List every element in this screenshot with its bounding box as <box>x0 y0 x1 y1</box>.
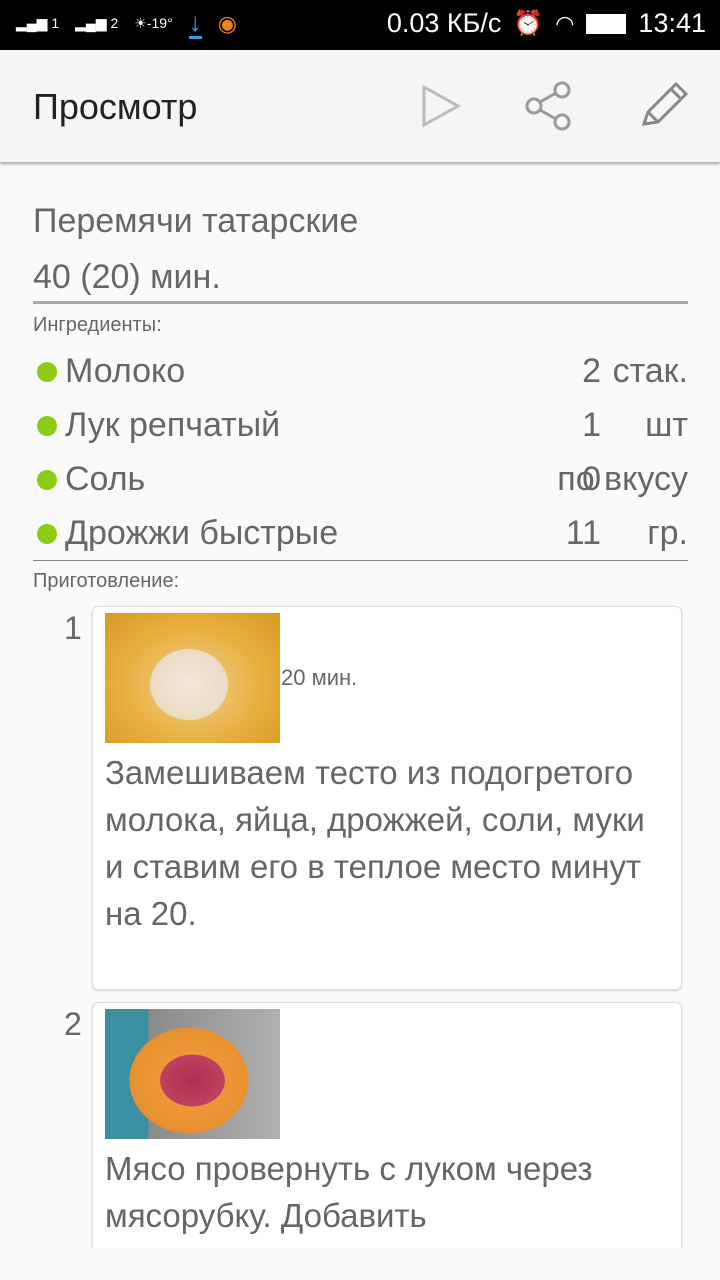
bullet-icon <box>37 362 57 382</box>
steps-label: Приготовление: <box>33 570 180 592</box>
step-text: Замешиваем тесто из подогретого молока, … <box>105 754 645 932</box>
ingredient-unit: стак. <box>612 352 688 390</box>
app-notification-icon: ◉ <box>217 10 237 36</box>
ingredient-name: Молоко <box>65 352 186 390</box>
step-card[interactable]: 20 мин. Замешиваем тесто из подогретого … <box>92 606 682 990</box>
download-icon: ↓ <box>188 7 202 39</box>
ingredient-qty: 1 <box>582 406 601 444</box>
share-icon[interactable] <box>522 80 574 132</box>
ingredient-name: Лук репчатый <box>65 406 281 444</box>
weather-icon: ☀-19° <box>134 15 173 31</box>
ingredient-qty: 11 <box>565 514 601 552</box>
ingredient-row: Молоко 2 стак. <box>33 344 688 394</box>
status-bar: ▂▄▆ 1 ▂▄▆ 2 ☀-19° ↓ ◉ 0.03 КБ/с ⏰ ◠ 13:4… <box>0 0 720 50</box>
wifi-icon: ◠ <box>555 10 575 36</box>
signal-icon-1: ▂▄▆ 1 <box>16 15 60 31</box>
step-number: 2 <box>64 1006 82 1042</box>
recipe-view[interactable]: Перемячи татарские 40 (20) мин. Ингредие… <box>0 162 720 1248</box>
bullet-icon <box>37 416 57 436</box>
recipe-time: 40 (20) мин. <box>33 258 221 296</box>
play-icon[interactable] <box>414 80 466 132</box>
recipe-title: Перемячи татарские <box>33 202 359 240</box>
ingredient-row: Соль 0 по вкусу <box>33 452 688 502</box>
step-number: 1 <box>64 610 82 646</box>
alarm-icon: ⏰ <box>513 10 544 37</box>
ingredients-label: Ингредиенты: <box>33 314 162 336</box>
bullet-icon <box>37 470 57 490</box>
step-card[interactable]: Мясо провернуть с луком через мясорубку.… <box>92 1002 682 1248</box>
ingredient-row: Дрожжи быстрые 11 гр. <box>33 506 688 556</box>
app-bar: Просмотр <box>0 50 720 162</box>
ingredient-unit: шт <box>645 406 688 444</box>
network-speed: 0.03 КБ/с <box>386 8 502 38</box>
divider <box>33 560 688 561</box>
ingredient-unit: по вкусу <box>557 460 688 498</box>
clock: 13:41 <box>638 8 706 38</box>
step-time: 20 мин. <box>281 665 358 690</box>
ingredient-unit: гр. <box>647 514 688 552</box>
bullet-icon <box>37 524 57 544</box>
ingredient-qty: 2 <box>582 352 601 390</box>
signal-icon-2: ▂▄▆ 2 <box>75 15 119 31</box>
step-text: Мясо провернуть с луком через мясорубку.… <box>105 1150 593 1234</box>
ingredient-name: Соль <box>65 460 146 498</box>
divider <box>33 301 688 304</box>
ingredient-row: Лук репчатый 1 шт <box>33 398 688 448</box>
step-photo <box>105 613 280 743</box>
battery-icon <box>586 13 627 34</box>
page-title: Просмотр <box>33 86 198 127</box>
edit-icon[interactable] <box>636 80 688 132</box>
ingredient-name: Дрожжи быстрые <box>65 514 339 552</box>
step-photo <box>105 1009 280 1139</box>
